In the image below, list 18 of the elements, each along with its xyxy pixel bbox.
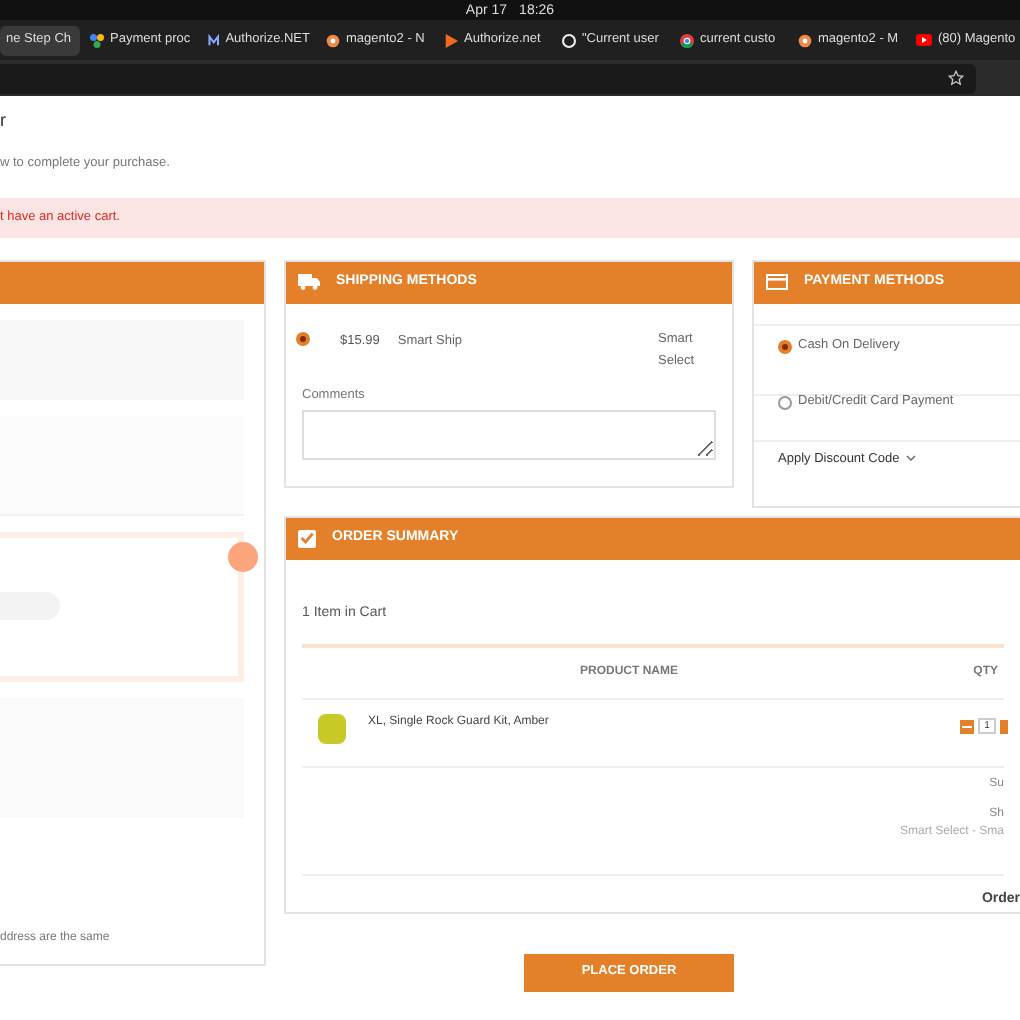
comments-field[interactable] [302, 410, 716, 461]
chevron-down-icon [905, 454, 916, 463]
minus-icon [962, 725, 972, 728]
radio-button[interactable] [778, 339, 792, 353]
card-icon [766, 274, 788, 290]
letter-m-icon [208, 33, 220, 47]
address-field[interactable] [0, 63, 976, 93]
star-icon[interactable] [948, 70, 964, 86]
video-play-icon [916, 34, 932, 46]
truck-icon [298, 274, 320, 290]
increase-button[interactable] [1000, 719, 1008, 734]
page-heading: r [0, 112, 8, 130]
chrome-icon [680, 33, 694, 47]
dots-icon [90, 33, 104, 47]
radio-button[interactable] [296, 331, 310, 345]
decrease-button[interactable] [960, 719, 974, 734]
product-thumbnail-icon [318, 714, 346, 745]
play-icon [444, 33, 458, 47]
